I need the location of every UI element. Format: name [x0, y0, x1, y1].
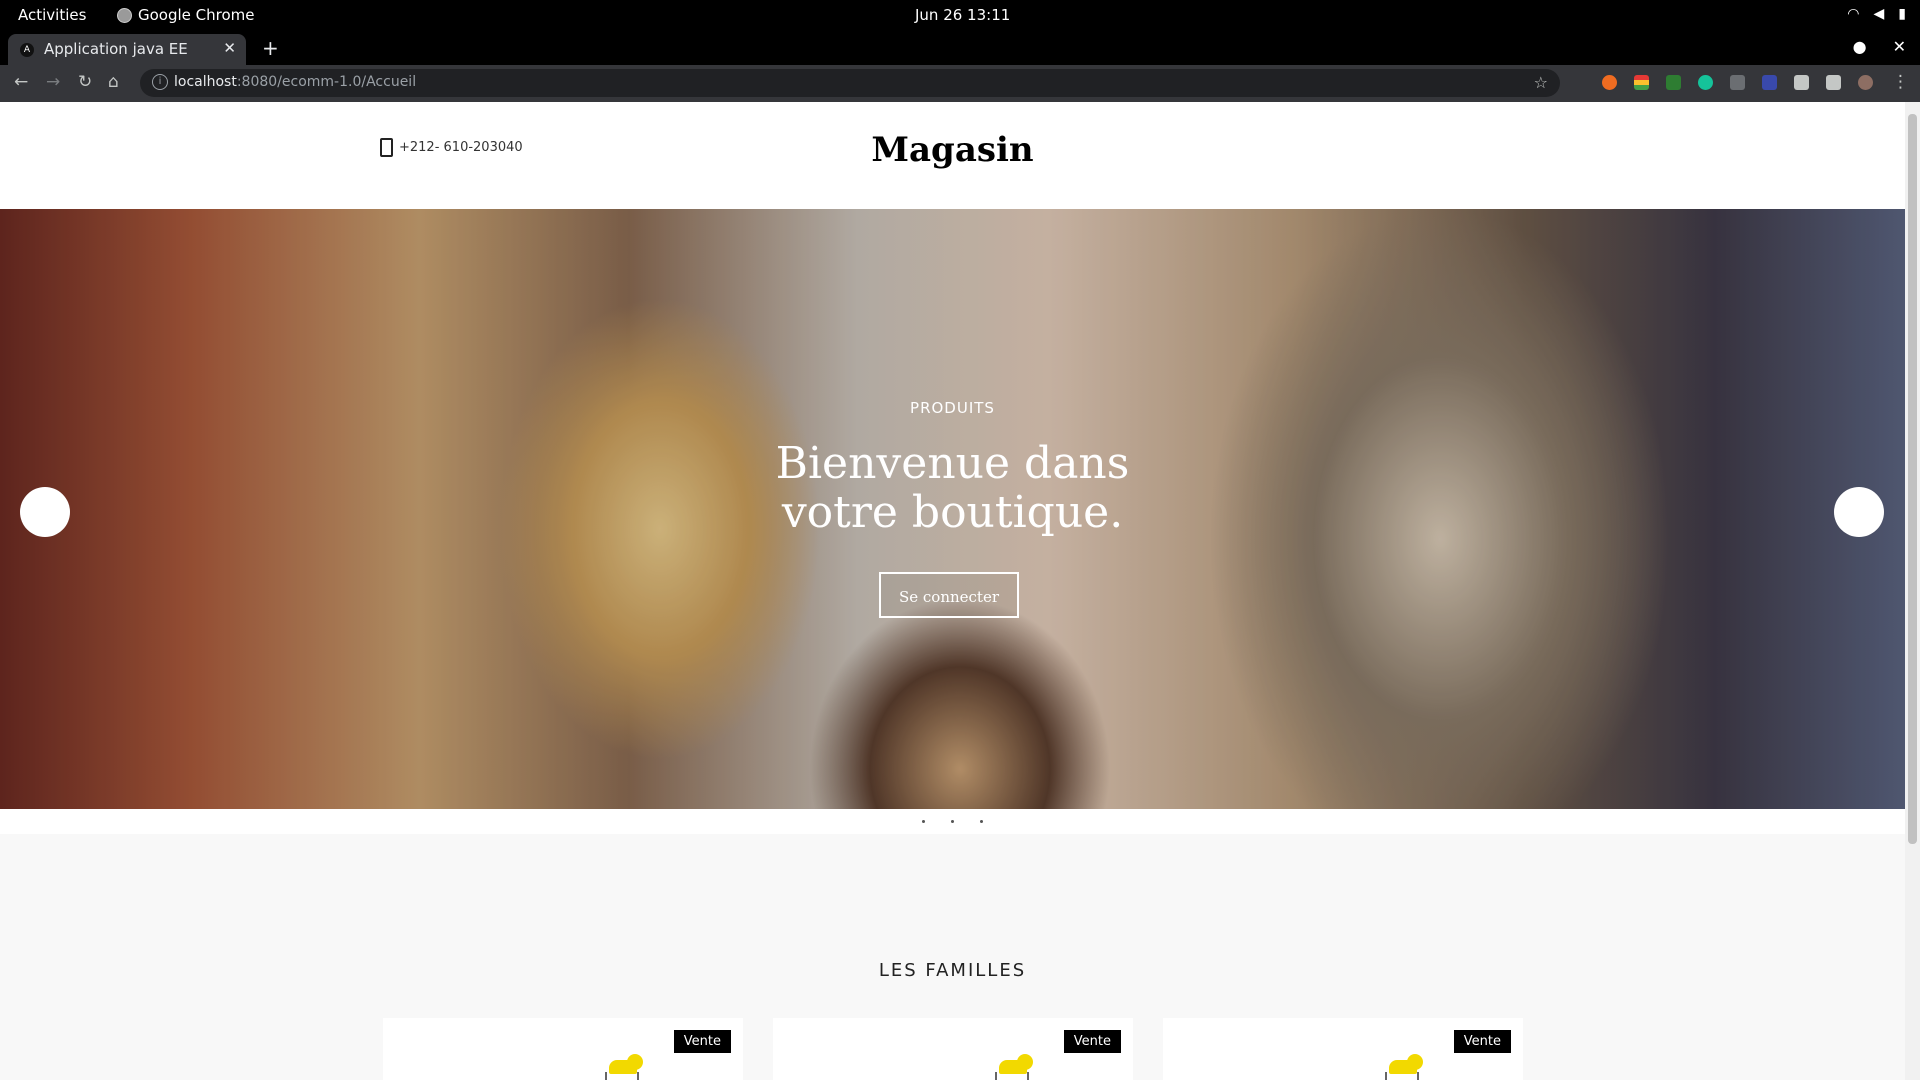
- sale-badge: Vente: [1063, 1030, 1121, 1053]
- new-tab-button[interactable]: +: [262, 36, 279, 60]
- family-card[interactable]: Vente: [383, 1018, 743, 1080]
- hero-headline: Bienvenue dans votre boutique.: [0, 439, 1905, 537]
- app-menu[interactable]: Google Chrome: [117, 6, 255, 24]
- carousel-next-button[interactable]: [1834, 487, 1884, 537]
- carousel-prev-button[interactable]: [20, 487, 70, 537]
- page-scrollbar[interactable]: [1905, 102, 1920, 1080]
- chrome-menu-icon[interactable]: ⋮: [1892, 72, 1909, 92]
- scrollbar-thumb[interactable]: [1908, 114, 1917, 844]
- app-name: Google Chrome: [138, 6, 255, 24]
- page-viewport: +212- 610-203040 Magasin PRODUITS Bienve…: [0, 102, 1905, 1080]
- window-controls: ● ✕: [1853, 37, 1906, 56]
- reload-icon[interactable]: ↻: [78, 72, 92, 92]
- extension-icon[interactable]: [1762, 75, 1777, 90]
- login-button[interactable]: Se connecter: [879, 572, 1019, 618]
- favicon-icon: A: [20, 43, 34, 57]
- home-icon[interactable]: ⌂: [108, 72, 119, 92]
- profile-avatar[interactable]: [1858, 75, 1873, 90]
- back-icon[interactable]: ←: [14, 72, 28, 92]
- site-logo[interactable]: Magasin: [0, 130, 1905, 170]
- carousel-indicators: [0, 820, 1905, 823]
- cart-image: [605, 1072, 639, 1080]
- sale-badge: Vente: [1453, 1030, 1511, 1053]
- hero-headline-line: votre boutique.: [781, 487, 1124, 538]
- extension-icon[interactable]: [1666, 75, 1681, 90]
- cart-image: [627, 1054, 643, 1070]
- family-card[interactable]: Vente: [773, 1018, 1133, 1080]
- hero-headline-line: Bienvenue dans: [775, 438, 1130, 489]
- family-card[interactable]: Vente: [1163, 1018, 1523, 1080]
- carousel-dot[interactable]: [980, 820, 983, 823]
- site-info-icon[interactable]: i: [152, 74, 168, 90]
- clock[interactable]: Jun 26 13:11: [915, 6, 1010, 24]
- forward-icon[interactable]: →: [46, 72, 60, 92]
- address-bar[interactable]: i localhost:8080/ecomm-1.0/Accueil ☆: [140, 69, 1560, 97]
- carousel-dot[interactable]: [951, 820, 954, 823]
- bookmark-star-icon[interactable]: ☆: [1534, 73, 1548, 92]
- tab-strip: A Application java EE ✕ ● ✕: [0, 31, 1920, 65]
- sale-badge: Vente: [673, 1030, 731, 1053]
- wifi-icon: ◠: [1847, 6, 1860, 22]
- cart-image: [1407, 1054, 1423, 1070]
- extension-icon[interactable]: [1602, 75, 1617, 90]
- hero-carousel: PRODUITS Bienvenue dans votre boutique. …: [0, 209, 1905, 809]
- reading-list-icon[interactable]: [1826, 75, 1841, 90]
- browser-toolbar: ← → ↻ ⌂ i localhost:8080/ecomm-1.0/Accue…: [0, 65, 1920, 102]
- carousel-dot[interactable]: [922, 820, 925, 823]
- site-header: +212- 610-203040 Magasin: [0, 102, 1905, 209]
- chrome-icon: [117, 7, 132, 23]
- tab-title: Application java EE: [44, 40, 188, 58]
- tab-active[interactable]: A Application java EE ✕: [8, 34, 246, 65]
- cart-image: [995, 1072, 1029, 1080]
- close-window-icon[interactable]: ✕: [1893, 37, 1906, 56]
- activities-button[interactable]: Activities: [18, 6, 86, 24]
- os-top-bar: Activities Google Chrome Jun 26 13:11 ◠ …: [0, 0, 1920, 31]
- url-text[interactable]: localhost:8080/ecomm-1.0/Accueil: [174, 74, 416, 90]
- extensions-puzzle-icon[interactable]: [1794, 75, 1809, 90]
- cart-image: [1385, 1072, 1419, 1080]
- grammarly-icon[interactable]: [1698, 75, 1713, 90]
- section-title: LES FAMILLES: [878, 960, 1027, 981]
- close-tab-icon[interactable]: ✕: [223, 39, 236, 57]
- extension-icon[interactable]: [1634, 75, 1649, 90]
- system-tray[interactable]: ◠ ◀ ▮: [1847, 6, 1906, 22]
- cart-image: [1017, 1054, 1033, 1070]
- extension-icon[interactable]: [1730, 75, 1745, 90]
- battery-icon: ▮: [1898, 6, 1906, 22]
- families-section: LES FAMILLES Vente Vente Vente: [0, 834, 1905, 1080]
- volume-icon: ◀: [1873, 6, 1885, 22]
- tab-search-icon[interactable]: ●: [1853, 37, 1867, 56]
- hero-eyebrow: PRODUITS: [910, 399, 995, 417]
